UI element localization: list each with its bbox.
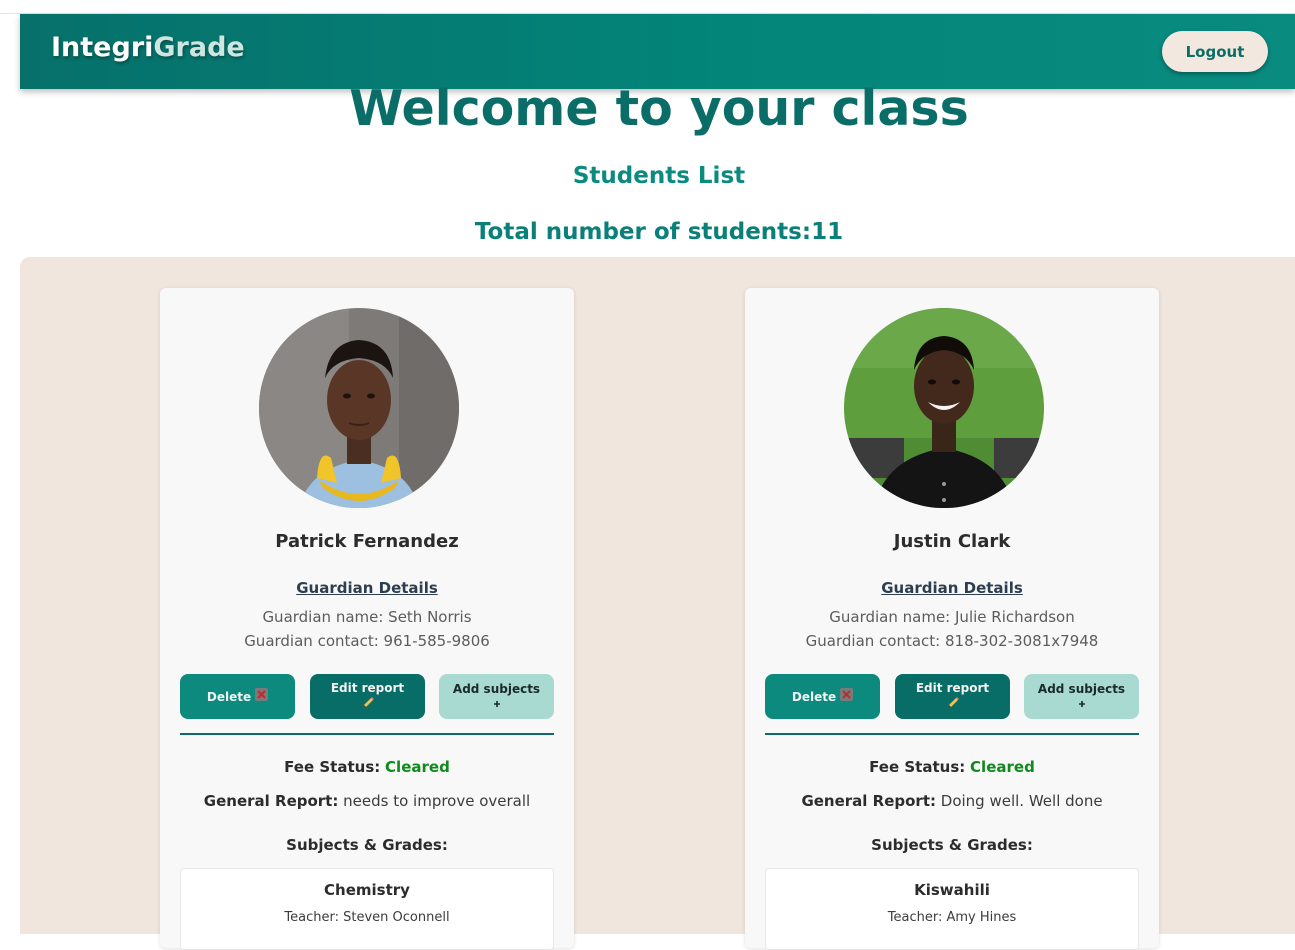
students-list-heading: Students List <box>572 163 746 189</box>
guardian-name: Guardian name: Seth Norris <box>262 608 472 626</box>
general-report-label: General Report: <box>203 792 339 810</box>
subjects-grades-heading: Subjects & Grades: <box>286 836 448 854</box>
student-card: Patrick Fernandez Guardian Details Guard… <box>160 288 574 950</box>
general-report: General Report: needs to improve overall <box>160 792 574 810</box>
delete-button-label: Delete <box>206 689 252 704</box>
brand-name-part2: Grade <box>153 32 245 63</box>
delete-student-button[interactable]: Delete <box>765 674 880 719</box>
add-subjects-button[interactable]: Add subjects <box>1024 674 1139 719</box>
total-students-count: Total number of students:11 <box>474 219 844 245</box>
add-subjects-label: Add subjects <box>1037 681 1126 696</box>
edit-report-button[interactable]: Edit report <box>895 674 1010 719</box>
general-report-value: Doing well. Well done <box>940 792 1103 810</box>
fee-status-label: Fee Status: <box>869 758 966 776</box>
guardian-contact: Guardian contact: 818-302-3081x7948 <box>805 632 1099 650</box>
browser-top-strip <box>0 0 1295 14</box>
edit-report-label: Edit report <box>330 680 405 695</box>
subject-teacher: Teacher: Amy Hines <box>887 910 1017 925</box>
subject-name: Kiswahili <box>914 881 990 899</box>
guardian-details-heading[interactable]: Guardian Details <box>745 579 1159 597</box>
card-divider <box>765 733 1139 735</box>
plus-icon <box>492 697 502 713</box>
page-title: Welcome to your class <box>349 80 969 137</box>
fee-status: Fee Status: Cleared <box>745 758 1159 776</box>
general-report-label: General Report: <box>801 792 936 810</box>
guardian-contact: Guardian contact: 961-585-9806 <box>244 632 490 650</box>
navbar: IntegriGrade Logout <box>20 14 1295 89</box>
subject-teacher: Teacher: Steven Oconnell <box>284 910 450 925</box>
subject-name: Chemistry <box>324 881 410 899</box>
plus-icon <box>1077 697 1087 713</box>
student-avatar <box>844 308 1044 508</box>
cross-mark-icon <box>255 688 269 705</box>
student-name: Patrick Fernandez <box>275 531 459 552</box>
guardian-name: Guardian name: Julie Richardson <box>829 608 1075 626</box>
add-subjects-label: Add subjects <box>452 681 541 696</box>
general-report-value: needs to improve overall <box>343 792 531 810</box>
delete-student-button[interactable]: Delete <box>180 674 295 719</box>
delete-button-label: Delete <box>791 689 837 704</box>
fee-status: Fee Status: Cleared <box>160 758 574 776</box>
fee-status-label: Fee Status: <box>284 758 381 776</box>
brand-logo[interactable]: IntegriGrade <box>51 32 245 63</box>
student-card: Justin Clark Guardian Details Guardian n… <box>745 288 1159 950</box>
subject-item: Kiswahili Teacher: Amy Hines <box>765 868 1139 950</box>
pencil-icon <box>946 696 960 714</box>
edit-report-label: Edit report <box>915 680 990 695</box>
subjects-grades-heading: Subjects & Grades: <box>871 836 1033 854</box>
subject-item: Chemistry Teacher: Steven Oconnell <box>180 868 554 950</box>
student-avatar <box>259 308 459 508</box>
add-subjects-button[interactable]: Add subjects <box>439 674 554 719</box>
fee-status-value: Cleared <box>385 758 450 776</box>
card-divider <box>180 733 554 735</box>
edit-report-button[interactable]: Edit report <box>310 674 425 719</box>
cross-mark-icon <box>840 688 854 705</box>
logout-button[interactable]: Logout <box>1162 31 1268 72</box>
pencil-icon <box>361 696 375 714</box>
student-name: Justin Clark <box>893 531 1011 552</box>
fee-status-value: Cleared <box>970 758 1035 776</box>
guardian-details-heading[interactable]: Guardian Details <box>160 579 574 597</box>
brand-name-part1: Integri <box>51 32 154 63</box>
general-report: General Report: Doing well. Well done <box>745 792 1159 810</box>
